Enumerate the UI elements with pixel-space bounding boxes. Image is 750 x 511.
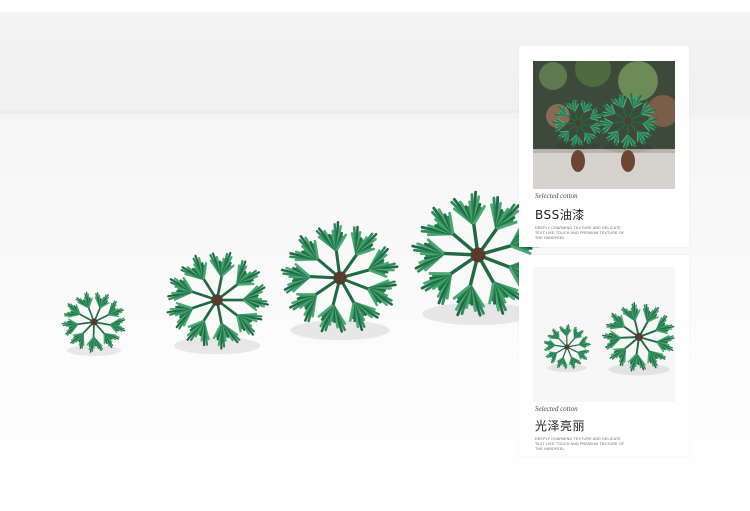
card-photo-bottom (533, 267, 675, 402)
pinecone-base (571, 150, 585, 172)
feature-card-bottom: Selected cotton 光泽亮丽 DEEPLY CHARMING TEX… (519, 255, 689, 456)
pinecone-base (621, 150, 635, 172)
card-heading: BSS油漆 (535, 206, 679, 223)
card-photo-top (533, 61, 675, 189)
feature-card-top: Selected cotton BSS油漆 DEEPLY CHARMING TE… (519, 46, 689, 247)
card-caption: Selected cotton (535, 405, 679, 413)
card-fineprint: DEEPLY CHARMING TEXTURE AND DELICATE TEX… (535, 226, 625, 241)
card-fineprint: DEEPLY CHARMING TEXTURE AND DELICATE TEX… (535, 437, 625, 452)
card-heading: 光泽亮丽 (535, 417, 679, 434)
card-caption: Selected cotton (535, 192, 679, 200)
product-scene: Selected cotton BSS油漆 DEEPLY CHARMING TE… (0, 0, 750, 506)
